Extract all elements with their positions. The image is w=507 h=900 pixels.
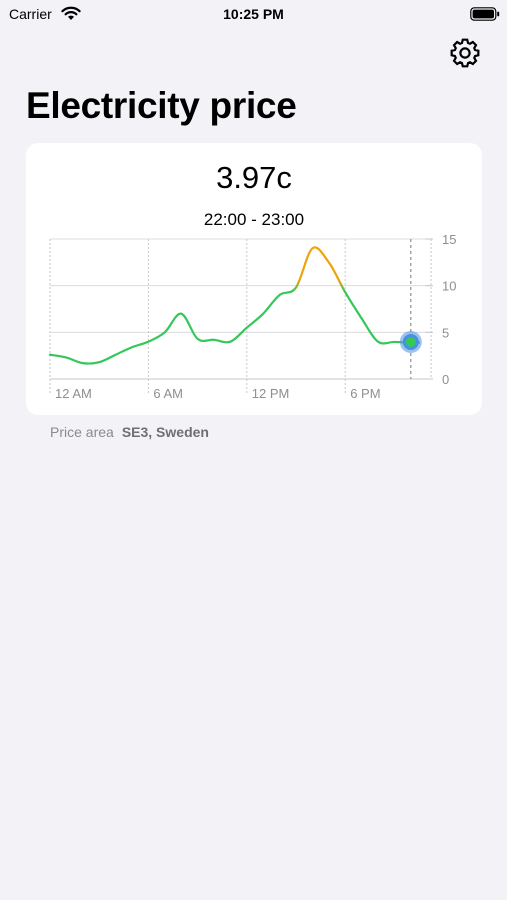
price-series-line: [48, 246, 421, 365]
x-tick-label: 6 AM: [153, 386, 183, 401]
x-tick-label: 6 PM: [350, 386, 380, 401]
price-chart[interactable]: 0 5 10 15 12 AM 6 AM 12 PM 6 PM: [26, 143, 482, 415]
status-time: 10:25 PM: [223, 6, 284, 22]
gear-icon: [450, 38, 480, 68]
y-tick-label: 10: [442, 279, 456, 294]
settings-button[interactable]: [448, 36, 482, 70]
selected-point: [405, 336, 416, 347]
page-title: Electricity price: [26, 85, 297, 126]
y-tick-label: 15: [442, 232, 456, 247]
price-area-label: Price area: [50, 424, 114, 440]
x-tick-label: 12 PM: [252, 386, 290, 401]
price-area[interactable]: Price area SE3, Sweden: [50, 424, 209, 440]
x-tick-label: 12 AM: [55, 386, 92, 401]
status-bar: Carrier 10:25 PM: [0, 0, 507, 30]
y-tick-label: 5: [442, 325, 449, 340]
y-tick-label: 0: [442, 372, 449, 387]
price-area-value: SE3, Sweden: [121, 424, 209, 440]
battery-icon: [470, 7, 500, 21]
price-card: 3.97c 22:00 - 23:00 0 5 10 15 12 AM 6 AM 12 PM…: [26, 143, 482, 415]
